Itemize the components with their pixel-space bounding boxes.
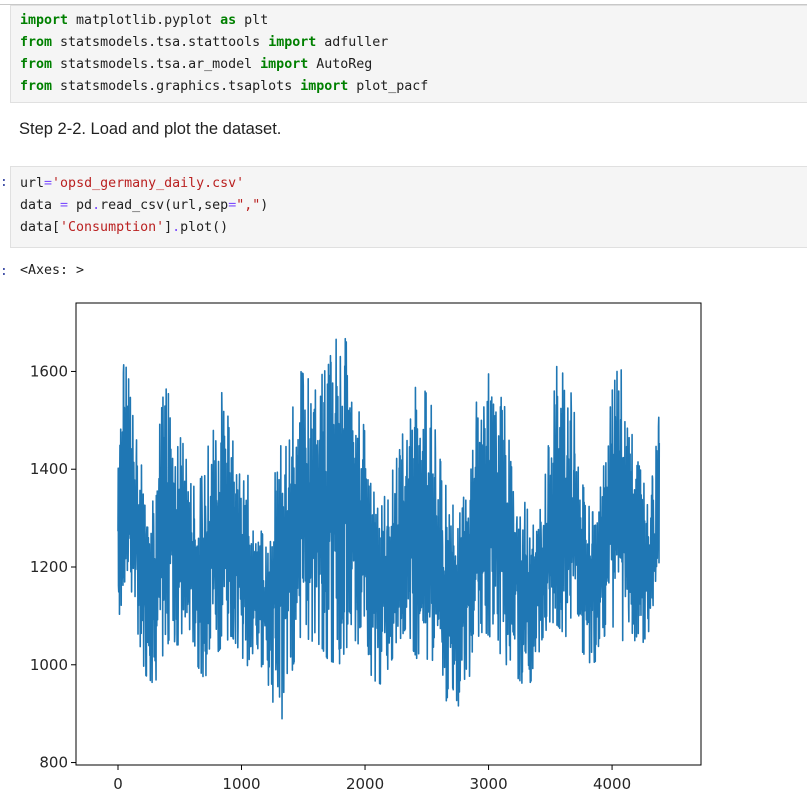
x-tick-label: 2000 [346, 775, 384, 793]
y-tick-label: 1200 [30, 558, 68, 576]
y-tick-label: 1000 [30, 656, 68, 674]
consumption-line-chart: 800 1000 1200 1400 1600 0 1000 2000 3000 4000 [30, 302, 702, 793]
consumption-series-line [117, 337, 661, 720]
x-tick-label: 1000 [222, 775, 260, 793]
x-axis: 0 1000 2000 3000 4000 [113, 765, 631, 793]
series-line-group [117, 337, 661, 720]
x-tick-label: 0 [113, 775, 123, 793]
y-tick-label: 800 [39, 754, 68, 772]
y-axis: 800 1000 1200 1400 1600 [30, 362, 76, 772]
x-tick-label: 3000 [469, 775, 507, 793]
y-tick-label: 1600 [30, 362, 68, 380]
x-tick-label: 4000 [593, 775, 631, 793]
y-tick-label: 1400 [30, 460, 68, 478]
